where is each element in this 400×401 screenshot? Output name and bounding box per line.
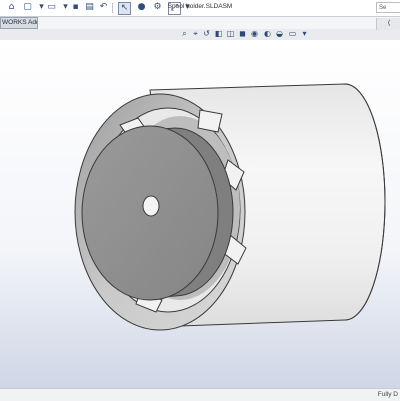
- command-manager: WORKS Add-Ins ⟨: [0, 17, 400, 30]
- status-text: Fully D: [377, 391, 398, 398]
- status-bar: Fully D: [0, 388, 400, 401]
- display-style-icon[interactable]: ◼: [238, 29, 247, 38]
- title-bar: ⌂ ▢ ▾ ▭ ▾ ▪ ▤ ↶ ↖ ● ⚙ ⤢ ▾ Spool holder.S…: [0, 0, 400, 17]
- previous-view-icon[interactable]: ↺: [202, 29, 211, 38]
- search-icon[interactable]: ⌕: [180, 29, 189, 38]
- scene-icon[interactable]: ◒: [275, 29, 284, 38]
- tab-addins[interactable]: WORKS Add-Ins: [0, 17, 38, 29]
- spool-holder-model[interactable]: [74, 83, 386, 331]
- collapse-tab-icon[interactable]: ⟨: [376, 18, 400, 30]
- graphics-viewport[interactable]: [0, 40, 400, 388]
- section-view-icon[interactable]: ◧: [214, 29, 223, 38]
- zoom-area-icon[interactable]: ⌖: [191, 29, 200, 38]
- document-title: Spool holder.SLDASM: [167, 3, 233, 10]
- search-input[interactable]: Se: [376, 2, 400, 13]
- view-settings-icon[interactable]: ▭: [288, 29, 297, 38]
- view-orientation-icon[interactable]: ◫: [226, 29, 235, 38]
- center-hole: [142, 195, 160, 217]
- edit-appearance-icon[interactable]: ◐: [263, 29, 272, 38]
- hide-show-icon[interactable]: ◉: [250, 29, 259, 38]
- monitor-icon[interactable]: ▾: [300, 29, 309, 38]
